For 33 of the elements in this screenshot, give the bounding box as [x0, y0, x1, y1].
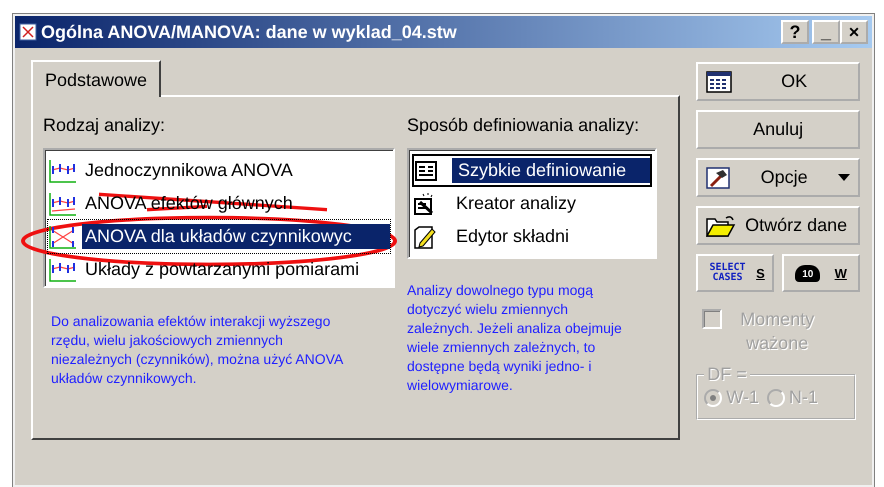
chart-icon	[48, 224, 78, 250]
tab[interactable]: Podstawowe	[31, 60, 162, 97]
folder-icon	[706, 214, 736, 238]
select-cases-icon: SELECT CASES	[706, 263, 750, 283]
wand-document-icon	[412, 192, 436, 216]
window-title: Ogólna ANOVA/MANOVA: dane w wyklad_04.stw	[41, 22, 458, 42]
analysis-type-label: Rodzaj analizy:	[43, 115, 166, 136]
weight-button[interactable]: 10 W	[782, 254, 860, 292]
chart-icon	[48, 256, 78, 282]
list-item[interactable]: Kreator analizy	[412, 187, 652, 220]
analysis-description: Do analizowania efektów interakcji wyższego rzędu, wielu jakościowych zmiennych niezależnych (czynników), można użyć ANOVA układów czynnikowych.	[51, 312, 343, 388]
app-icon	[19, 23, 37, 41]
hammer-icon	[706, 166, 730, 188]
chart-icon	[48, 190, 78, 216]
options-button[interactable]: Opcje	[696, 158, 860, 197]
method-description: Analizy dowolnego typu mogą dotyczyć wielu zmiennych zależnych. Jeżeli analiza obejmuje wiele zmiennych zależnych, to dostępne będą wyniki jedno- i wielowymiarowe.	[407, 281, 623, 395]
minimize-button[interactable]: _	[812, 20, 840, 44]
table-icon	[706, 70, 732, 92]
open-data-button[interactable]: Otwórz dane	[696, 206, 860, 245]
list-item[interactable]: Szybkie definiowanie	[412, 154, 652, 187]
pencil-document-icon	[412, 224, 436, 248]
close-button[interactable]: ×	[840, 20, 868, 44]
weight-icon: 10	[795, 264, 820, 282]
caret-icon	[838, 174, 850, 181]
select-cases-button[interactable]: SELECT CASES S	[696, 254, 774, 292]
list-item[interactable]: Jednoczynnikowa ANOVA	[48, 154, 390, 187]
chart-icon	[48, 158, 78, 184]
ok-button[interactable]: OK	[696, 62, 860, 101]
cancel-button[interactable]: Anuluj	[696, 110, 860, 149]
form-icon	[414, 158, 438, 182]
list-item[interactable]: Edytor składni	[412, 220, 652, 253]
help-button[interactable]: ?	[781, 20, 809, 44]
definition-method-label: Sposób definiowania analizy:	[407, 115, 640, 136]
